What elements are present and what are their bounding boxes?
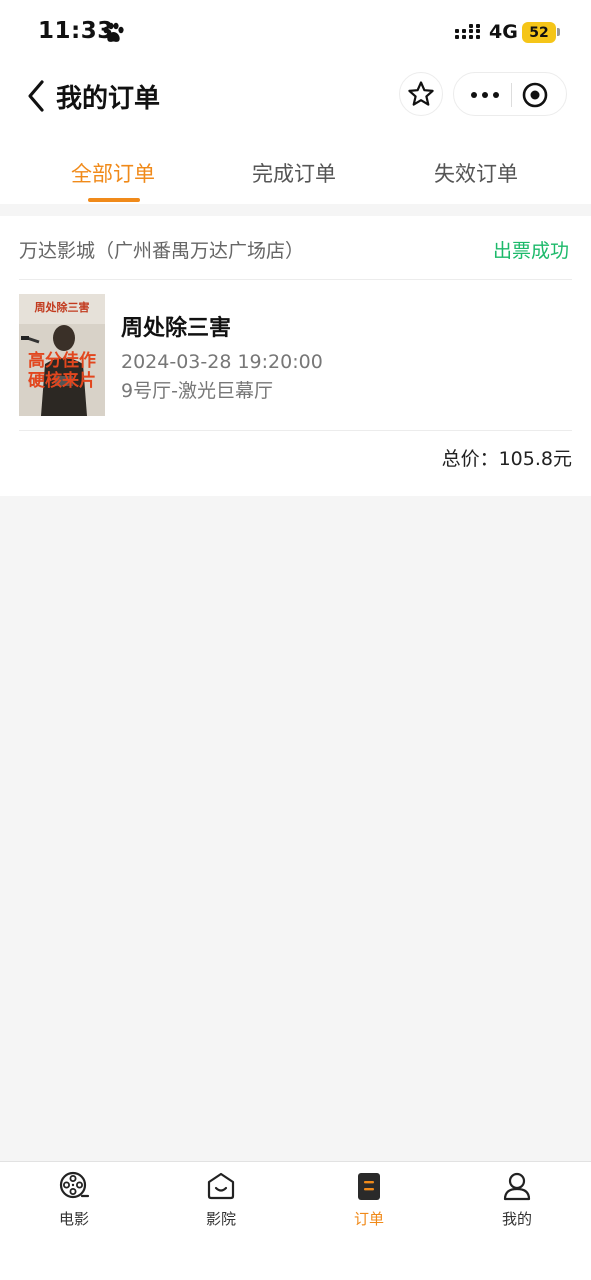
status-bar: 11:33 4G 52 [0, 0, 591, 60]
nav-movies-label: 电影 [58, 1210, 89, 1228]
tab-completed-orders[interactable]: 完成订单 [252, 158, 336, 188]
movie-poster: 周处除三害 高分佳作 硬核来片 [19, 294, 105, 416]
tab-all-orders[interactable]: 全部订单 [71, 158, 155, 188]
nav-profile-label: 我的 [501, 1210, 532, 1228]
nav-cinemas[interactable]: 影院 [181, 1170, 261, 1229]
nav-bar: 我的订单 [0, 60, 591, 132]
film-reel-icon [59, 1171, 90, 1199]
hall-name: 9号厅-激光巨幕厅 [121, 380, 273, 402]
screen: 11:33 4G 52 我的订单 全部订单 完成订单 失效订单 万达影城（广州番… [0, 0, 591, 1280]
poster-slogan-line-1: 高分佳作 [28, 350, 96, 371]
nav-movies[interactable]: 电影 [34, 1170, 114, 1229]
page-title: 我的订单 [56, 84, 161, 114]
network-type: 4G [489, 21, 518, 43]
mini-program-capsule [453, 72, 567, 116]
bottom-tab-bar: 电影 影院 订单 我的 [0, 1161, 591, 1280]
favorite-button[interactable] [399, 72, 443, 116]
total-price: 总价：105.8元 [441, 448, 572, 470]
order-card[interactable]: 万达影城（广州番禺万达广场店） 出票成功 周处除三害 高分佳作 硬核来片 周处除… [0, 216, 591, 496]
tab-expired-orders[interactable]: 失效订单 [434, 158, 518, 188]
movie-title: 周处除三害 [121, 316, 232, 341]
nav-profile[interactable]: 我的 [477, 1170, 557, 1229]
order-status: 出票成功 [493, 240, 570, 262]
nav-cinemas-label: 影院 [205, 1210, 236, 1228]
capsule-divider [511, 83, 512, 107]
divider [19, 279, 572, 280]
battery-tip [557, 28, 560, 36]
battery-indicator: 52 [522, 22, 556, 43]
order-tabs: 全部订单 完成订单 失效订单 [0, 132, 591, 204]
divider [19, 430, 572, 431]
nav-orders-label: 订单 [353, 1210, 384, 1228]
poster-top-text: 周处除三害 [35, 300, 90, 314]
close-target-icon[interactable] [522, 82, 548, 108]
nav-orders[interactable]: 订单 [329, 1170, 409, 1229]
cinema-name: 万达影城（广州番禺万达广场店） [19, 240, 305, 262]
signal-icon [455, 24, 480, 39]
paw-icon [103, 22, 124, 42]
poster-slogan-line-2: 硬核来片 [28, 370, 96, 391]
cinema-icon [207, 1172, 235, 1200]
back-arrow-icon[interactable] [22, 78, 50, 114]
order-icon [358, 1173, 380, 1200]
star-icon [408, 81, 434, 106]
more-options-icon[interactable] [470, 86, 500, 104]
active-tab-indicator [88, 198, 140, 202]
poster-artwork: 周处除三害 高分佳作 硬核来片 [19, 294, 105, 416]
user-icon [503, 1172, 531, 1201]
showtime: 2024-03-28 19:20:00 [121, 351, 323, 373]
